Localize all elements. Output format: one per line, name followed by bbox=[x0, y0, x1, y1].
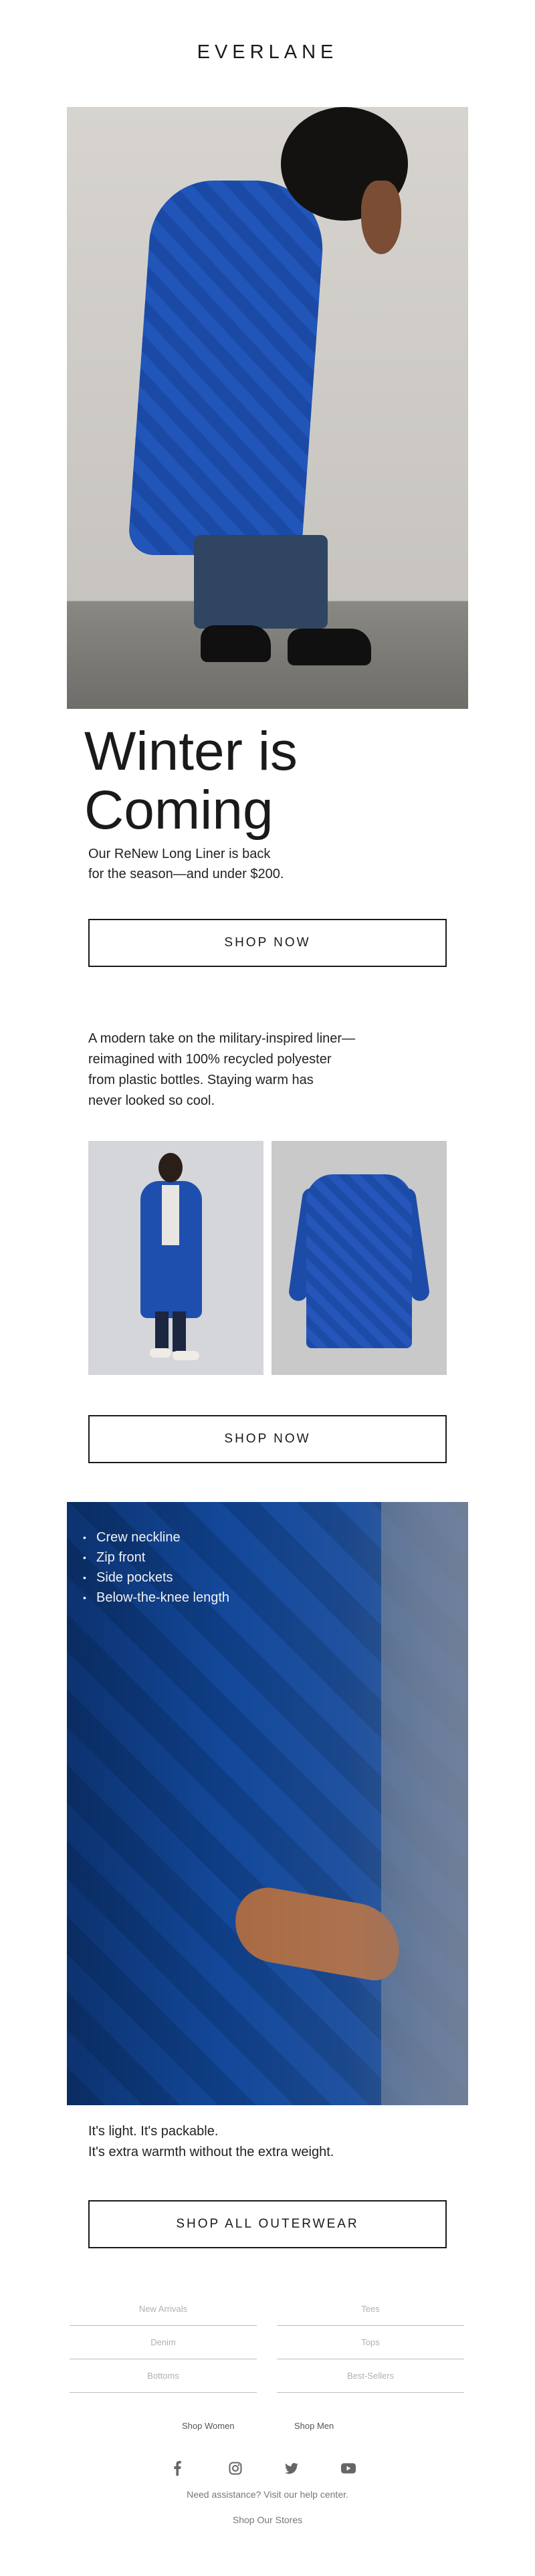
footer-link-denim[interactable]: Denim bbox=[70, 2326, 257, 2359]
hero-boot-left bbox=[201, 625, 271, 662]
shop-all-outerwear-button[interactable]: SHOP ALL OUTERWEAR bbox=[88, 2200, 447, 2248]
footer-link-tops[interactable]: Tops bbox=[277, 2326, 464, 2359]
feature-item: Side pockets bbox=[83, 1568, 229, 1588]
closing-copy: It's light. It's packable. It's extra wa… bbox=[88, 2121, 436, 2163]
product-flat-image[interactable] bbox=[272, 1141, 447, 1375]
facebook-icon[interactable] bbox=[170, 2461, 185, 2476]
shop-women-link[interactable]: Shop Women bbox=[182, 2421, 235, 2431]
subcopy-line-2: for the season—and under $200. bbox=[88, 867, 284, 881]
description-line-3: from plastic bottles. Staying warm has bbox=[88, 1073, 314, 1087]
description-line-4: never looked so cool. bbox=[88, 1093, 215, 1108]
model-head bbox=[158, 1153, 183, 1182]
model-shoe-left bbox=[150, 1348, 171, 1358]
hero-subcopy: Our ReNew Long Liner is back for the sea… bbox=[88, 844, 356, 884]
product-model-image[interactable] bbox=[88, 1141, 263, 1375]
description-line-1: A modern take on the military-inspired l… bbox=[88, 1031, 356, 1046]
footer-link-best-sellers[interactable]: Best-Sellers bbox=[277, 2359, 464, 2393]
feature-item: Crew neckline bbox=[83, 1527, 229, 1547]
closing-line-2: It's extra warmth without the extra weig… bbox=[88, 2145, 334, 2159]
detail-image[interactable]: Crew neckline Zip front Side pockets Bel… bbox=[67, 1502, 468, 2105]
product-description: A modern take on the military-inspired l… bbox=[88, 1029, 396, 1111]
shop-our-stores-link[interactable]: Shop Our Stores bbox=[0, 2514, 535, 2525]
twitter-icon[interactable] bbox=[284, 2461, 299, 2476]
hero-boot-right bbox=[288, 629, 371, 665]
headline-line-1: Winter is bbox=[84, 721, 298, 782]
feature-item: Zip front bbox=[83, 1547, 229, 1568]
hero-image[interactable] bbox=[67, 107, 468, 709]
footer-link-new-arrivals[interactable]: New Arrivals bbox=[70, 2292, 257, 2326]
shop-now-button[interactable]: SHOP NOW bbox=[88, 919, 447, 967]
model-leg-left bbox=[155, 1311, 169, 1352]
headline-line-2: Coming bbox=[84, 780, 274, 841]
hero-headline: Winter is Coming bbox=[84, 722, 459, 840]
closing-line-1: It's light. It's packable. bbox=[88, 2124, 219, 2139]
feature-list: Crew neckline Zip front Side pockets Bel… bbox=[83, 1527, 229, 1608]
hero-face bbox=[361, 181, 401, 254]
model-leg-right bbox=[173, 1311, 186, 1352]
shop-men-link[interactable]: Shop Men bbox=[294, 2421, 334, 2431]
hero-jeans bbox=[194, 535, 328, 629]
brand-logo[interactable]: EVERLANE bbox=[0, 41, 535, 64]
footer-link-tees[interactable]: Tees bbox=[277, 2292, 464, 2326]
instagram-icon[interactable] bbox=[228, 2461, 243, 2476]
flat-coat bbox=[306, 1174, 412, 1348]
model-shirt bbox=[162, 1185, 179, 1245]
help-center-link[interactable]: Need assistance? Visit our help center. bbox=[0, 2489, 535, 2500]
youtube-icon[interactable] bbox=[341, 2461, 356, 2476]
hero-coat bbox=[127, 181, 328, 555]
feature-item: Below-the-knee length bbox=[83, 1588, 229, 1608]
subcopy-line-1: Our ReNew Long Liner is back bbox=[88, 847, 271, 861]
footer-link-bottoms[interactable]: Bottoms bbox=[70, 2359, 257, 2393]
shop-now-button-2[interactable]: SHOP NOW bbox=[88, 1415, 447, 1463]
description-line-2: reimagined with 100% recycled polyester bbox=[88, 1052, 332, 1067]
model-shoe-right bbox=[173, 1351, 199, 1360]
